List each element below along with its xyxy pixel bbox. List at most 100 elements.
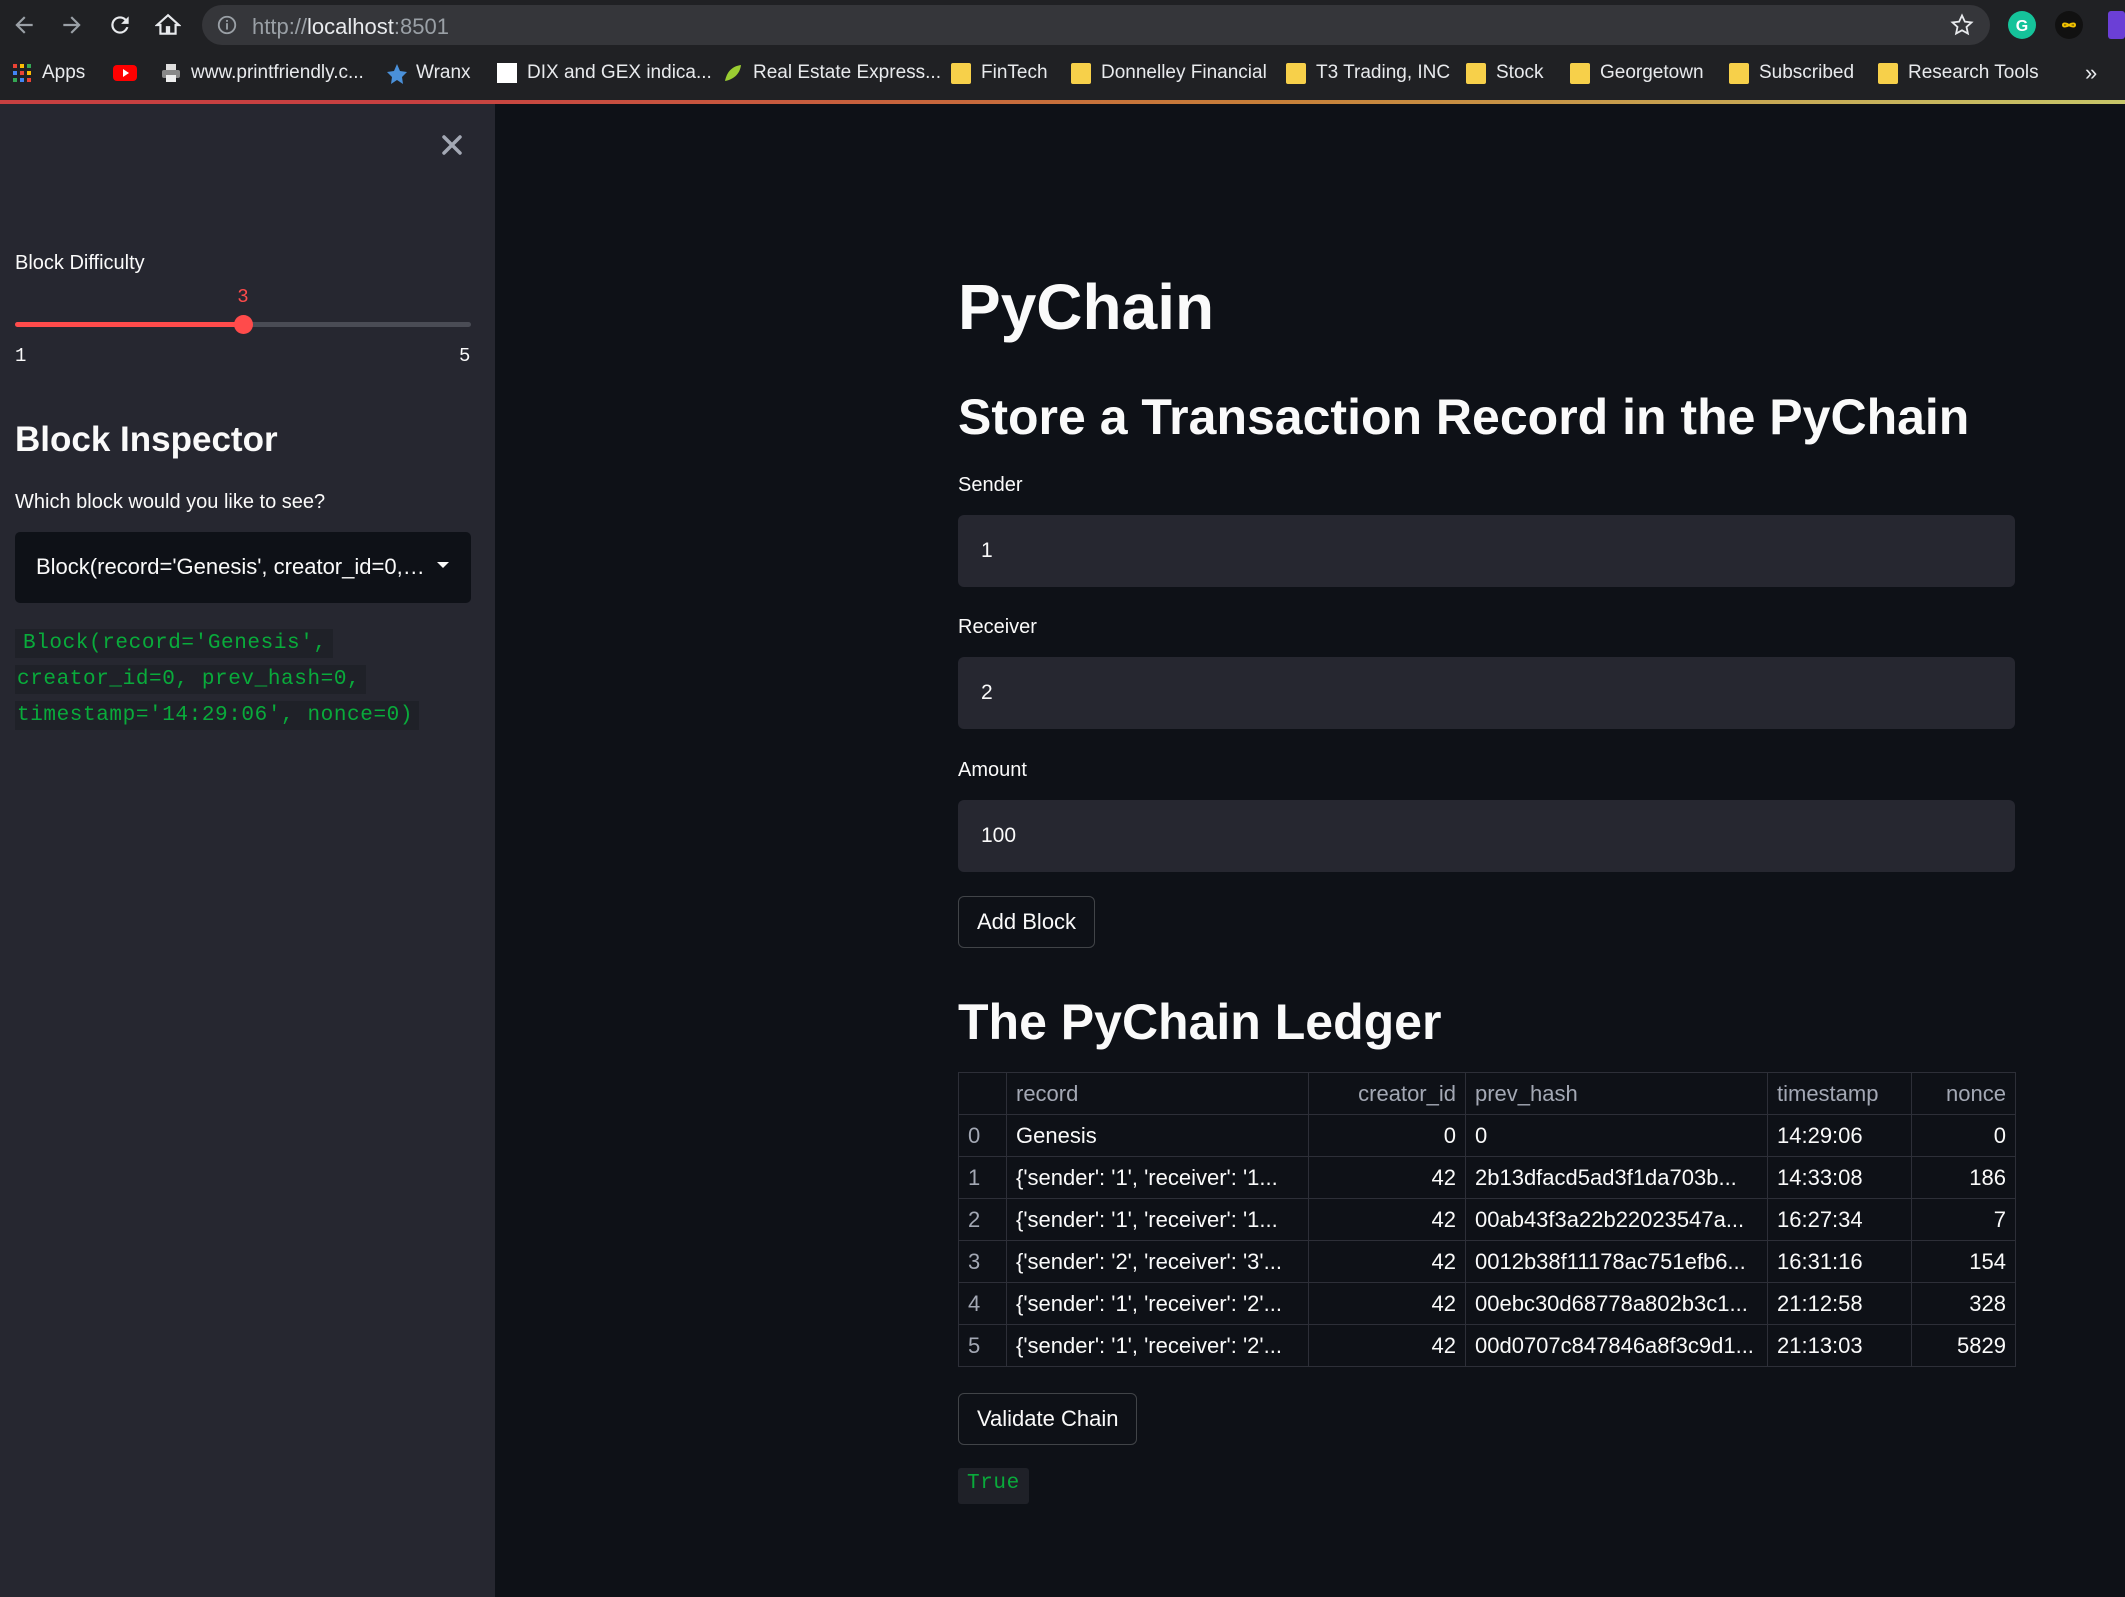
cell-creator-id[interactable]: 42: [1308, 1198, 1466, 1241]
difficulty-slider[interactable]: [15, 315, 471, 334]
validate-chain-button[interactable]: Validate Chain: [958, 1393, 1138, 1445]
cell-prev-hash[interactable]: 0012b38f11178ac751efb6...: [1465, 1240, 1768, 1283]
cell-prev-hash[interactable]: 0: [1465, 1114, 1768, 1157]
cell-prev-hash[interactable]: 2b13dfacd5ad3f1da703b...: [1465, 1156, 1768, 1199]
close-sidebar-icon[interactable]: [437, 130, 467, 160]
receiver-label: Receiver: [958, 616, 1037, 638]
infinity-extension-icon[interactable]: [2055, 11, 2083, 39]
bookmark-real-estate-express[interactable]: Real Estate Express...: [723, 58, 941, 88]
section-heading-store: Store a Transaction Record in the PyChai…: [958, 389, 1970, 445]
column-header-record[interactable]: record: [1006, 1072, 1309, 1115]
url-port: :8501: [393, 14, 449, 39]
add-block-button[interactable]: Add Block: [958, 896, 1096, 948]
cell-prev-hash[interactable]: 00ebc30d68778a802b3c1...: [1465, 1282, 1768, 1325]
row-index: 0: [958, 1114, 1007, 1157]
slider-fill: [15, 322, 243, 327]
bookmark-printfriendly[interactable]: www.printfriendly.c...: [161, 58, 364, 88]
block-select-label: Which block would you like to see?: [15, 491, 326, 513]
bookmark-label: Donnelley Financial: [1101, 62, 1267, 83]
cell-prev-hash[interactable]: 00ab43f3a22b22023547a...: [1465, 1198, 1768, 1241]
extension-icon[interactable]: [2108, 11, 2125, 39]
row-index: 5: [958, 1324, 1007, 1367]
column-header-nonce[interactable]: nonce: [1911, 1072, 2016, 1115]
chevron-down-icon: [437, 562, 449, 568]
table-header-row: record creator_id prev_hash timestamp no…: [958, 1072, 2016, 1115]
column-header-prev-hash[interactable]: prev_hash: [1465, 1072, 1768, 1115]
reload-icon[interactable]: [104, 9, 136, 41]
cell-creator-id[interactable]: 42: [1308, 1324, 1466, 1367]
cell-nonce[interactable]: 7: [1911, 1198, 2016, 1241]
browser-toolbar: http://localhost:8501 G: [0, 0, 2125, 50]
bookmark-label: Georgetown: [1600, 62, 1704, 83]
bookmark-fintech[interactable]: FinTech: [951, 58, 1048, 88]
amount-input[interactable]: 100: [958, 800, 2015, 872]
cell-timestamp[interactable]: 14:29:06: [1767, 1114, 1912, 1157]
cell-prev-hash[interactable]: 00d0707c847846a8f3c9d1...: [1465, 1324, 1768, 1367]
grammarly-extension-icon[interactable]: G: [2008, 11, 2036, 39]
bookmark-dix-gex[interactable]: DIX and GEX indica...: [497, 58, 712, 88]
cell-creator-id[interactable]: 42: [1308, 1282, 1466, 1325]
cell-record[interactable]: {'sender': '1', 'receiver': '1...: [1006, 1198, 1309, 1241]
bookmark-t3-trading[interactable]: T3 Trading, INC: [1286, 58, 1450, 88]
folder-icon: [951, 62, 971, 84]
cell-timestamp[interactable]: 14:33:08: [1767, 1156, 1912, 1199]
bookmark-georgetown[interactable]: Georgetown: [1570, 58, 1704, 88]
bookmark-research-tools[interactable]: Research Tools: [1878, 58, 2039, 88]
sender-input-value: 1: [981, 539, 993, 562]
site-info-icon[interactable]: [216, 14, 238, 36]
bookmark-donnelley-financial[interactable]: Donnelley Financial: [1071, 58, 1267, 88]
cell-record[interactable]: {'sender': '1', 'receiver': '2'...: [1006, 1324, 1309, 1367]
bookmark-subscribed[interactable]: Subscribed: [1729, 58, 1854, 88]
cell-creator-id[interactable]: 42: [1308, 1156, 1466, 1199]
block-select[interactable]: Block(record='Genesis', creator_id=0, pr…: [15, 532, 471, 603]
bookmark-stock[interactable]: Stock: [1466, 58, 1544, 88]
column-header-timestamp[interactable]: timestamp: [1767, 1072, 1912, 1115]
cell-nonce[interactable]: 5829: [1911, 1324, 2016, 1367]
cell-creator-id[interactable]: 42: [1308, 1240, 1466, 1283]
sender-input[interactable]: 1: [958, 515, 2015, 587]
sidebar: Block Difficulty 3 1 5 Block Inspector W…: [0, 104, 495, 1597]
cell-timestamp[interactable]: 21:13:03: [1767, 1324, 1912, 1367]
cell-nonce[interactable]: 186: [1911, 1156, 2016, 1199]
bookmark-apps[interactable]: Apps: [12, 58, 85, 88]
bookmark-youtube[interactable]: [113, 58, 137, 88]
forward-arrow-icon[interactable]: [56, 9, 88, 41]
folder-icon: [1570, 62, 1590, 84]
cell-timestamp[interactable]: 16:31:16: [1767, 1240, 1912, 1283]
cell-timestamp[interactable]: 16:27:34: [1767, 1198, 1912, 1241]
difficulty-min: 1: [15, 345, 27, 367]
cell-creator-id[interactable]: 0: [1308, 1114, 1466, 1157]
receiver-input[interactable]: 2: [958, 657, 2015, 729]
bookmarks-overflow-button[interactable]: »: [2085, 58, 2097, 88]
column-header-creator-id[interactable]: creator_id: [1308, 1072, 1466, 1115]
main-content: PyChain Store a Transaction Record in th…: [495, 104, 2125, 1597]
table-row: 1 {'sender': '1', 'receiver': '1... 42 2…: [958, 1156, 2016, 1199]
bookmark-label: FinTech: [981, 62, 1048, 83]
slider-thumb[interactable]: [234, 315, 253, 334]
folder-icon: [1286, 62, 1306, 84]
table-row: 3 {'sender': '2', 'receiver': '3'... 42 …: [958, 1240, 2016, 1283]
bookmark-label: www.printfriendly.c...: [191, 62, 364, 83]
bookmark-label: Subscribed: [1759, 62, 1855, 83]
cell-timestamp[interactable]: 21:12:58: [1767, 1282, 1912, 1325]
cell-nonce[interactable]: 328: [1911, 1282, 2016, 1325]
cell-nonce[interactable]: 0: [1911, 1114, 2016, 1157]
cell-record[interactable]: Genesis: [1006, 1114, 1309, 1157]
home-icon[interactable]: [152, 9, 184, 41]
bookmark-wranx[interactable]: Wranx: [386, 58, 471, 88]
column-header-index[interactable]: [958, 1072, 1007, 1115]
bookmark-label: DIX and GEX indica...: [527, 62, 712, 83]
receiver-input-value: 2: [981, 681, 993, 704]
block-code-line: creator_id=0, prev_hash=0,: [15, 665, 367, 694]
bookmark-star-icon[interactable]: [1950, 13, 1974, 37]
cell-nonce[interactable]: 154: [1911, 1240, 2016, 1283]
address-bar[interactable]: http://localhost:8501: [202, 5, 1990, 45]
address-url: http://localhost:8501: [252, 14, 449, 40]
cell-record[interactable]: {'sender': '1', 'receiver': '2'...: [1006, 1282, 1309, 1325]
row-index: 4: [958, 1282, 1007, 1325]
back-arrow-icon[interactable]: [8, 9, 40, 41]
cell-record[interactable]: {'sender': '1', 'receiver': '1...: [1006, 1156, 1309, 1199]
cell-record[interactable]: {'sender': '2', 'receiver': '3'...: [1006, 1240, 1309, 1283]
youtube-icon: [113, 63, 137, 83]
difficulty-label: Block Difficulty: [15, 252, 145, 274]
